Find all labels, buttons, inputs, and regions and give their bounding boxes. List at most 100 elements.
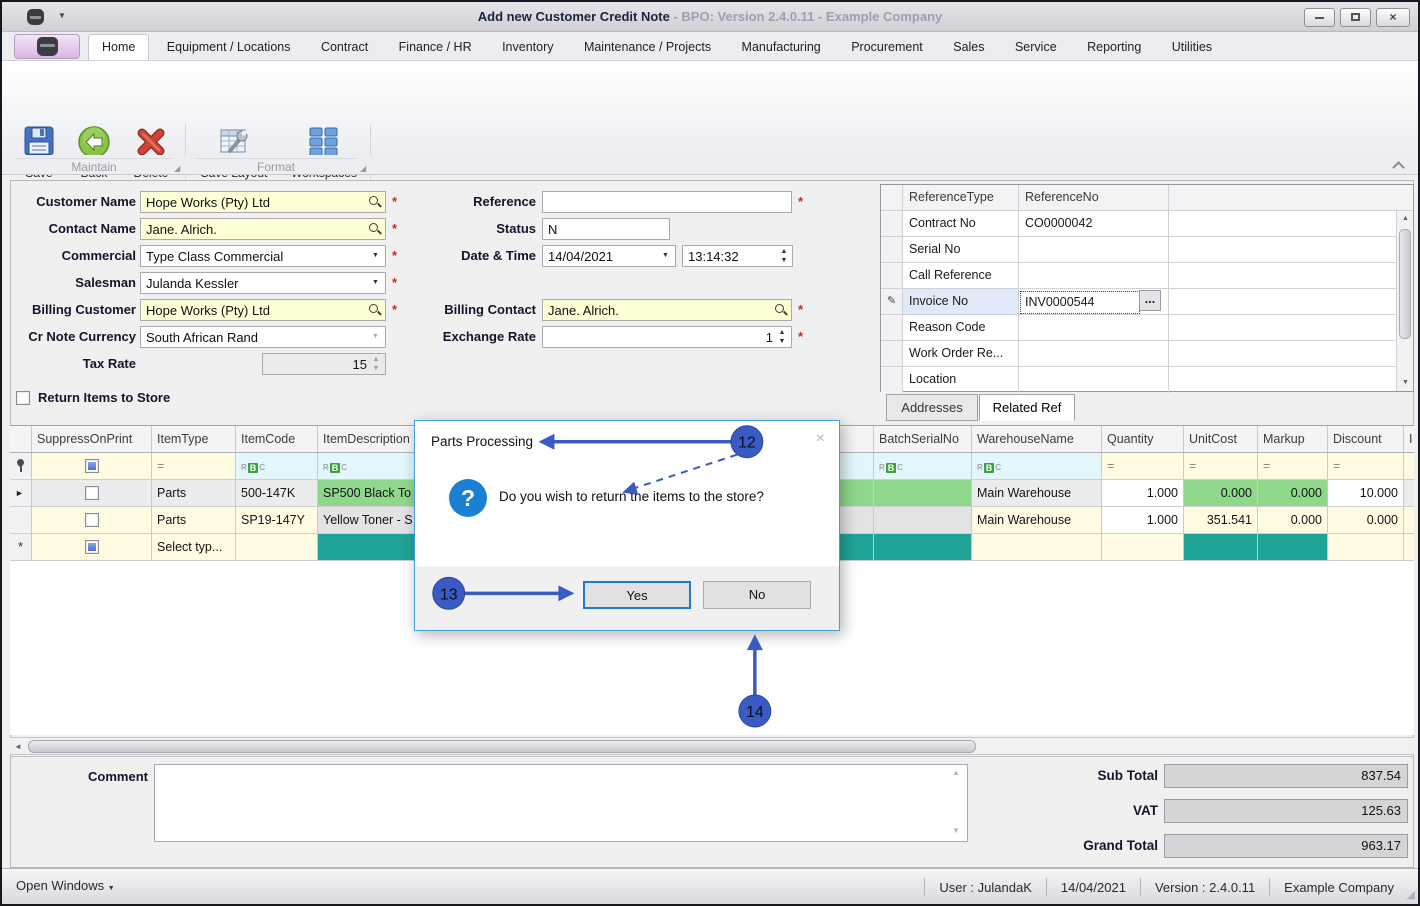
col-quantity[interactable]: Quantity xyxy=(1102,426,1184,452)
scroll-up-icon[interactable]: ▲ xyxy=(1397,211,1414,227)
yes-button[interactable]: Yes xyxy=(583,581,691,609)
filter-suppressonprint[interactable] xyxy=(32,453,152,479)
cell-discount[interactable]: 0.000 xyxy=(1328,507,1404,533)
scrollbar-thumb[interactable] xyxy=(28,740,976,753)
cell-unitcost[interactable]: 0.000 xyxy=(1184,480,1258,506)
tab-sales[interactable]: Sales xyxy=(940,35,997,60)
ref-row-contract[interactable]: Contract No CO0000042 xyxy=(881,211,1413,237)
scroll-up-icon[interactable]: ▲ xyxy=(952,768,960,777)
search-icon[interactable] xyxy=(774,303,787,316)
filter-markup[interactable]: = xyxy=(1258,453,1328,479)
cr-note-currency-select[interactable] xyxy=(140,326,386,348)
col-itemcode[interactable]: ItemCode xyxy=(236,426,318,452)
filter-warehousename[interactable]: RBC xyxy=(972,453,1102,479)
date-input[interactable] xyxy=(542,245,676,267)
exchange-rate-input[interactable] xyxy=(542,326,792,348)
maintain-dialog-launcher-icon[interactable]: ◢ xyxy=(174,164,180,173)
ref-row-invoice[interactable]: ✎ Invoice No INV0000544... xyxy=(881,289,1413,315)
search-icon[interactable] xyxy=(368,222,381,235)
ellipsis-button[interactable]: ... xyxy=(1139,290,1161,311)
tab-finance-hr[interactable]: Finance / HR xyxy=(386,35,485,60)
spinner-icons[interactable]: ▲▼ xyxy=(370,355,382,373)
cell-batchserialno[interactable] xyxy=(874,480,972,506)
dialog-close-icon[interactable]: × xyxy=(816,430,825,448)
filter-discount[interactable]: = xyxy=(1328,453,1404,479)
cell-itemcode[interactable] xyxy=(236,534,318,560)
reference-input[interactable] xyxy=(542,191,792,213)
tab-utilities[interactable]: Utilities xyxy=(1159,35,1225,60)
ref-col-referenceno[interactable]: ReferenceNo xyxy=(1019,185,1169,210)
cell-batchserialno[interactable] xyxy=(874,507,972,533)
contact-name-input[interactable] xyxy=(140,218,386,240)
filter-itemcode[interactable]: RBC xyxy=(236,453,318,479)
no-button[interactable]: No xyxy=(703,581,811,609)
cell-discount[interactable] xyxy=(1328,534,1404,560)
cell-quantity[interactable]: 1.000 xyxy=(1102,507,1184,533)
ref-row-call[interactable]: Call Reference xyxy=(881,263,1413,289)
col-discount[interactable]: Discount xyxy=(1328,426,1404,452)
ref-col-referencetype[interactable]: ReferenceType xyxy=(903,185,1019,210)
comment-textarea[interactable] xyxy=(154,764,968,842)
ref-scrollbar[interactable]: ▲ ▼ xyxy=(1396,211,1413,391)
cell-itemcode[interactable]: 500-147K xyxy=(236,480,318,506)
cell-suppress-checkbox[interactable] xyxy=(32,534,152,560)
open-windows-menu[interactable]: Open Windows ▼ xyxy=(16,878,115,893)
cell-quantity[interactable] xyxy=(1102,534,1184,560)
billing-contact-input[interactable] xyxy=(542,299,792,321)
minimize-button[interactable] xyxy=(1304,8,1335,27)
cell-itemtype[interactable]: Parts xyxy=(152,507,236,533)
cell-unitcost[interactable]: 351.541 xyxy=(1184,507,1258,533)
cell-markup[interactable]: 0.000 xyxy=(1258,507,1328,533)
cell-unitcost[interactable] xyxy=(1184,534,1258,560)
cell-markup[interactable] xyxy=(1258,534,1328,560)
col-itemtype[interactable]: ItemType xyxy=(152,426,236,452)
ref-row-reason[interactable]: Reason Code xyxy=(881,315,1413,341)
tab-reporting[interactable]: Reporting xyxy=(1074,35,1154,60)
return-items-checkbox[interactable] xyxy=(16,391,30,405)
tab-contract[interactable]: Contract xyxy=(308,35,381,60)
cell-markup[interactable]: 0.000 xyxy=(1258,480,1328,506)
cell-warehousename[interactable]: Main Warehouse xyxy=(972,480,1102,506)
time-input[interactable] xyxy=(682,245,793,267)
scroll-down-icon[interactable]: ▼ xyxy=(952,826,960,835)
cell-suppress-checkbox[interactable] xyxy=(32,480,152,506)
tax-rate-input[interactable] xyxy=(262,353,386,375)
tab-service[interactable]: Service xyxy=(1002,35,1070,60)
cell-discount[interactable]: 10.000 xyxy=(1328,480,1404,506)
salesman-select[interactable] xyxy=(140,272,386,294)
cell-warehousename[interactable]: Main Warehouse xyxy=(972,507,1102,533)
billing-customer-input[interactable] xyxy=(140,299,386,321)
col-markup[interactable]: Markup xyxy=(1258,426,1328,452)
invoice-no-editor[interactable]: INV0000544 xyxy=(1021,292,1139,313)
collapse-ribbon-icon[interactable] xyxy=(1392,161,1405,174)
cell-itemtype[interactable]: Parts xyxy=(152,480,236,506)
spinner-icons[interactable]: ▲▼ xyxy=(776,328,788,346)
search-icon[interactable] xyxy=(368,195,381,208)
tab-manufacturing[interactable]: Manufacturing xyxy=(729,35,834,60)
scroll-left-icon[interactable]: ◄ xyxy=(14,742,22,751)
resize-grip-icon[interactable]: ◢ xyxy=(1407,888,1415,901)
ref-row-location[interactable]: Location xyxy=(881,367,1413,393)
tab-equipment-locations[interactable]: Equipment / Locations xyxy=(154,35,304,60)
tab-procurement[interactable]: Procurement xyxy=(838,35,936,60)
status-input[interactable] xyxy=(542,218,670,240)
cell-suppress-checkbox[interactable] xyxy=(32,507,152,533)
col-warehousename[interactable]: WarehouseName xyxy=(972,426,1102,452)
search-icon[interactable] xyxy=(368,303,381,316)
tab-inventory[interactable]: Inventory xyxy=(489,35,566,60)
application-menu-button[interactable] xyxy=(14,34,80,59)
filter-itemtype[interactable]: = xyxy=(152,453,236,479)
cell-warehousename[interactable] xyxy=(972,534,1102,560)
cell-itemtype[interactable]: Select typ... xyxy=(152,534,236,560)
cell-batchserialno[interactable] xyxy=(874,534,972,560)
col-suppressonprint[interactable]: SuppressOnPrint xyxy=(32,426,152,452)
col-i-truncated[interactable]: I xyxy=(1404,426,1414,452)
customer-name-input[interactable] xyxy=(140,191,386,213)
col-batchserialno[interactable]: BatchSerialNo xyxy=(874,426,972,452)
tab-maintenance-projects[interactable]: Maintenance / Projects xyxy=(571,35,724,60)
tab-related-ref[interactable]: Related Ref xyxy=(979,394,1075,421)
cell-itemcode[interactable]: SP19-147Y xyxy=(236,507,318,533)
ref-row-workorder[interactable]: Work Order Re... xyxy=(881,341,1413,367)
maximize-button[interactable] xyxy=(1340,8,1371,27)
commercial-select[interactable] xyxy=(140,245,386,267)
